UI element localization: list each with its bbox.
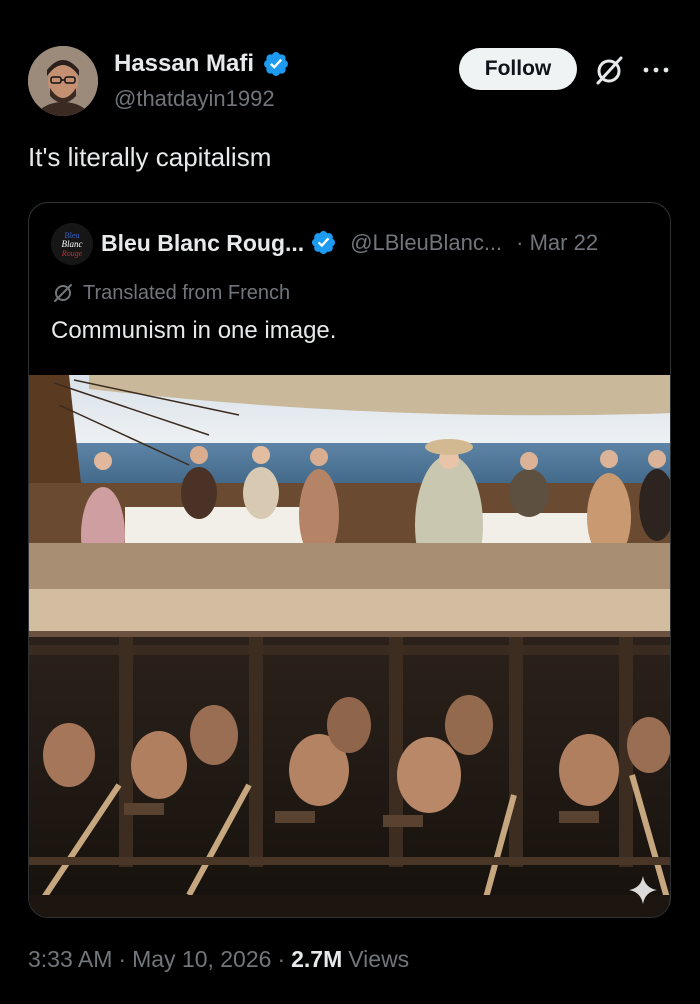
tweet-text: It's literally capitalism [28,142,272,172]
translation-label: Translated from French [83,281,291,304]
follow-button[interactable]: Follow [459,48,577,90]
sparkle-icon [626,873,660,907]
views-label: Views [348,946,410,972]
author-avatar[interactable] [28,46,98,116]
quoted-display-name[interactable]: Bleu Blanc Roug... [101,230,304,257]
quoted-author-avatar[interactable]: Bleu Blanc Rouge [51,223,93,265]
quoted-date[interactable]: · Mar 22 [516,230,598,256]
author-name-row: Hassan Mafi [114,50,290,78]
translation-notice: Translated from French [51,281,290,305]
quoted-text: Communism in one image. [51,317,337,344]
svg-text:Rouge: Rouge [61,249,83,258]
svg-text:Blanc: Blanc [62,239,83,249]
tweet-header: Hassan Mafi @thatdayin1992 Follow [28,46,672,116]
quoted-name-row: Bleu Blanc Roug... @LBleuBlanc... · Mar … [101,229,598,257]
author-display-name[interactable]: Hassan Mafi [114,50,254,78]
author-handle[interactable]: @thatdayin1992 [114,86,275,112]
quoted-verified-badge-icon [310,229,338,257]
views-count[interactable]: 2.7M [291,946,342,973]
more-icon[interactable] [640,58,672,82]
quoted-tweet-card[interactable]: Bleu Blanc Rouge Bleu Blanc Roug... @LBl… [28,202,671,918]
meta-separator: · [277,946,286,972]
quoted-media-image[interactable] [29,375,670,917]
quoted-handle[interactable]: @LBleuBlanc... [350,230,502,256]
tweet-date[interactable]: May 10, 2026 [132,946,271,973]
meta-separator: · [118,946,127,972]
tweet-meta: 3:33 AM · May 10, 2026 · 2.7M Views [28,946,409,973]
grok-translate-icon [54,284,72,302]
verified-badge-icon [262,50,290,78]
ship-deck-illustration [29,375,670,917]
tweet-time[interactable]: 3:33 AM [28,946,112,973]
grok-icon[interactable] [591,53,627,89]
